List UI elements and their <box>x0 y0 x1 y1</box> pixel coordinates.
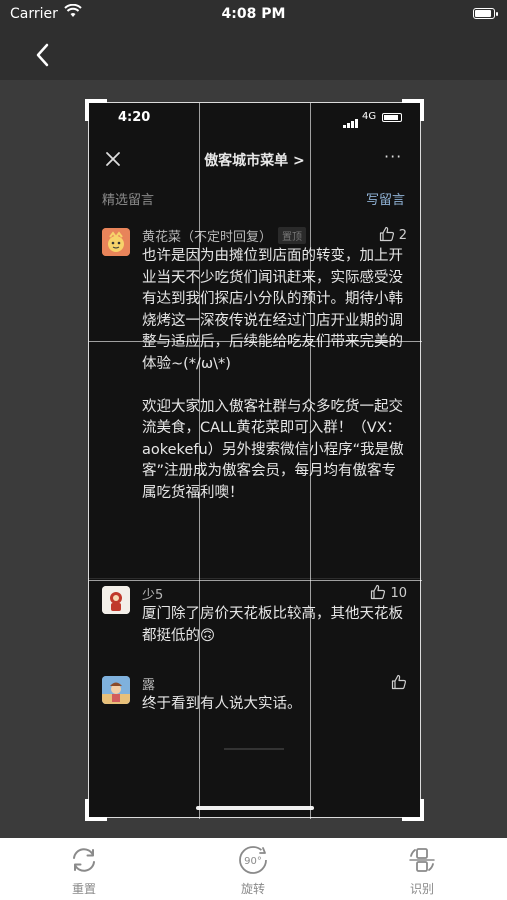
write-comment-label: 写留言 <box>365 193 405 208</box>
comment-author: 少5 <box>142 588 164 603</box>
battery-icon <box>473 8 498 19</box>
divider <box>88 578 421 579</box>
like-count-value: 10 <box>390 586 407 601</box>
comment-item: 露 终于看到有人说大实话。 <box>88 674 421 724</box>
avatar <box>102 676 130 704</box>
rotate-button[interactable]: 90° 旋转 <box>213 844 293 898</box>
comment-author: 黄花菜（不定时回复） 置顶 <box>142 226 307 245</box>
nav-bar <box>0 28 507 80</box>
avatar <box>102 586 130 614</box>
comment-author-name: 黄花菜（不定时回复） <box>142 230 273 245</box>
thumbs-up-icon <box>379 226 394 242</box>
bottom-toolbar: 重置 90° 旋转 识别 <box>0 838 507 900</box>
refresh-icon <box>73 848 95 872</box>
rotate-badge: 90° <box>244 856 262 867</box>
status-bar: Carrier 4:08 PM <box>0 0 507 28</box>
image-battery-icon <box>382 113 402 122</box>
avatar <box>102 228 130 256</box>
comment-item: 黄花菜（不定时回复） 置顶 2 也许是因为由摊位到店面的转变，加上开业当天不少吃货… <box>88 226 421 566</box>
rotate-icon: 90° <box>239 846 267 874</box>
comment-item: 少5 10 厦门除了房价天花板比较高，其他天花板都挺低的🙃 <box>88 584 421 656</box>
reset-button[interactable]: 重置 <box>44 844 124 898</box>
comment-text: 终于看到有人说大实话。 <box>142 696 302 712</box>
comment-text: 也许是因为由摊位到店面的转变，加上开业当天不少吃货们闻讯赶来，实际感受没有达到我… <box>142 248 404 501</box>
network-label: 4G <box>362 111 377 122</box>
chevron-left-icon <box>36 43 49 67</box>
faded-content <box>224 748 284 750</box>
more-icon: ··· <box>384 147 403 166</box>
like-count <box>391 674 407 691</box>
recognize-label: 识别 <box>409 882 434 896</box>
home-indicator <box>196 806 314 810</box>
comment-author: 露 <box>142 678 156 693</box>
crop-image[interactable]: 4:20 4G 傲客城市菜单 > ··· 精选留言 写留言 黄花菜（不定时回复）… <box>88 102 421 818</box>
like-count: 10 <box>370 584 407 601</box>
thumbs-up-icon <box>391 674 407 690</box>
pinned-badge: 置顶 <box>278 227 307 244</box>
image-header: 傲客城市菜单 > ··· <box>88 140 421 180</box>
thumbs-up-icon <box>371 584 386 600</box>
reset-label: 重置 <box>71 882 96 896</box>
scan-icon <box>409 848 435 872</box>
signal-icon <box>343 113 359 132</box>
image-status-bar: 4:20 4G <box>88 102 421 134</box>
image-status-time: 4:20 <box>118 110 151 125</box>
comments-section-header: 精选留言 写留言 <box>88 186 421 212</box>
rotate-label: 旋转 <box>240 882 265 896</box>
status-time: 4:08 PM <box>221 6 286 22</box>
recognize-button[interactable]: 识别 <box>382 844 462 898</box>
image-title: 傲客城市菜单 > <box>204 153 305 169</box>
comment-text: 厦门除了房价天花板比较高，其他天花板都挺低的🙃 <box>142 606 403 644</box>
like-count-value: 2 <box>398 228 407 243</box>
back-button[interactable] <box>28 40 58 70</box>
like-count: 2 <box>379 226 407 243</box>
featured-comments-label: 精选留言 <box>102 193 155 208</box>
